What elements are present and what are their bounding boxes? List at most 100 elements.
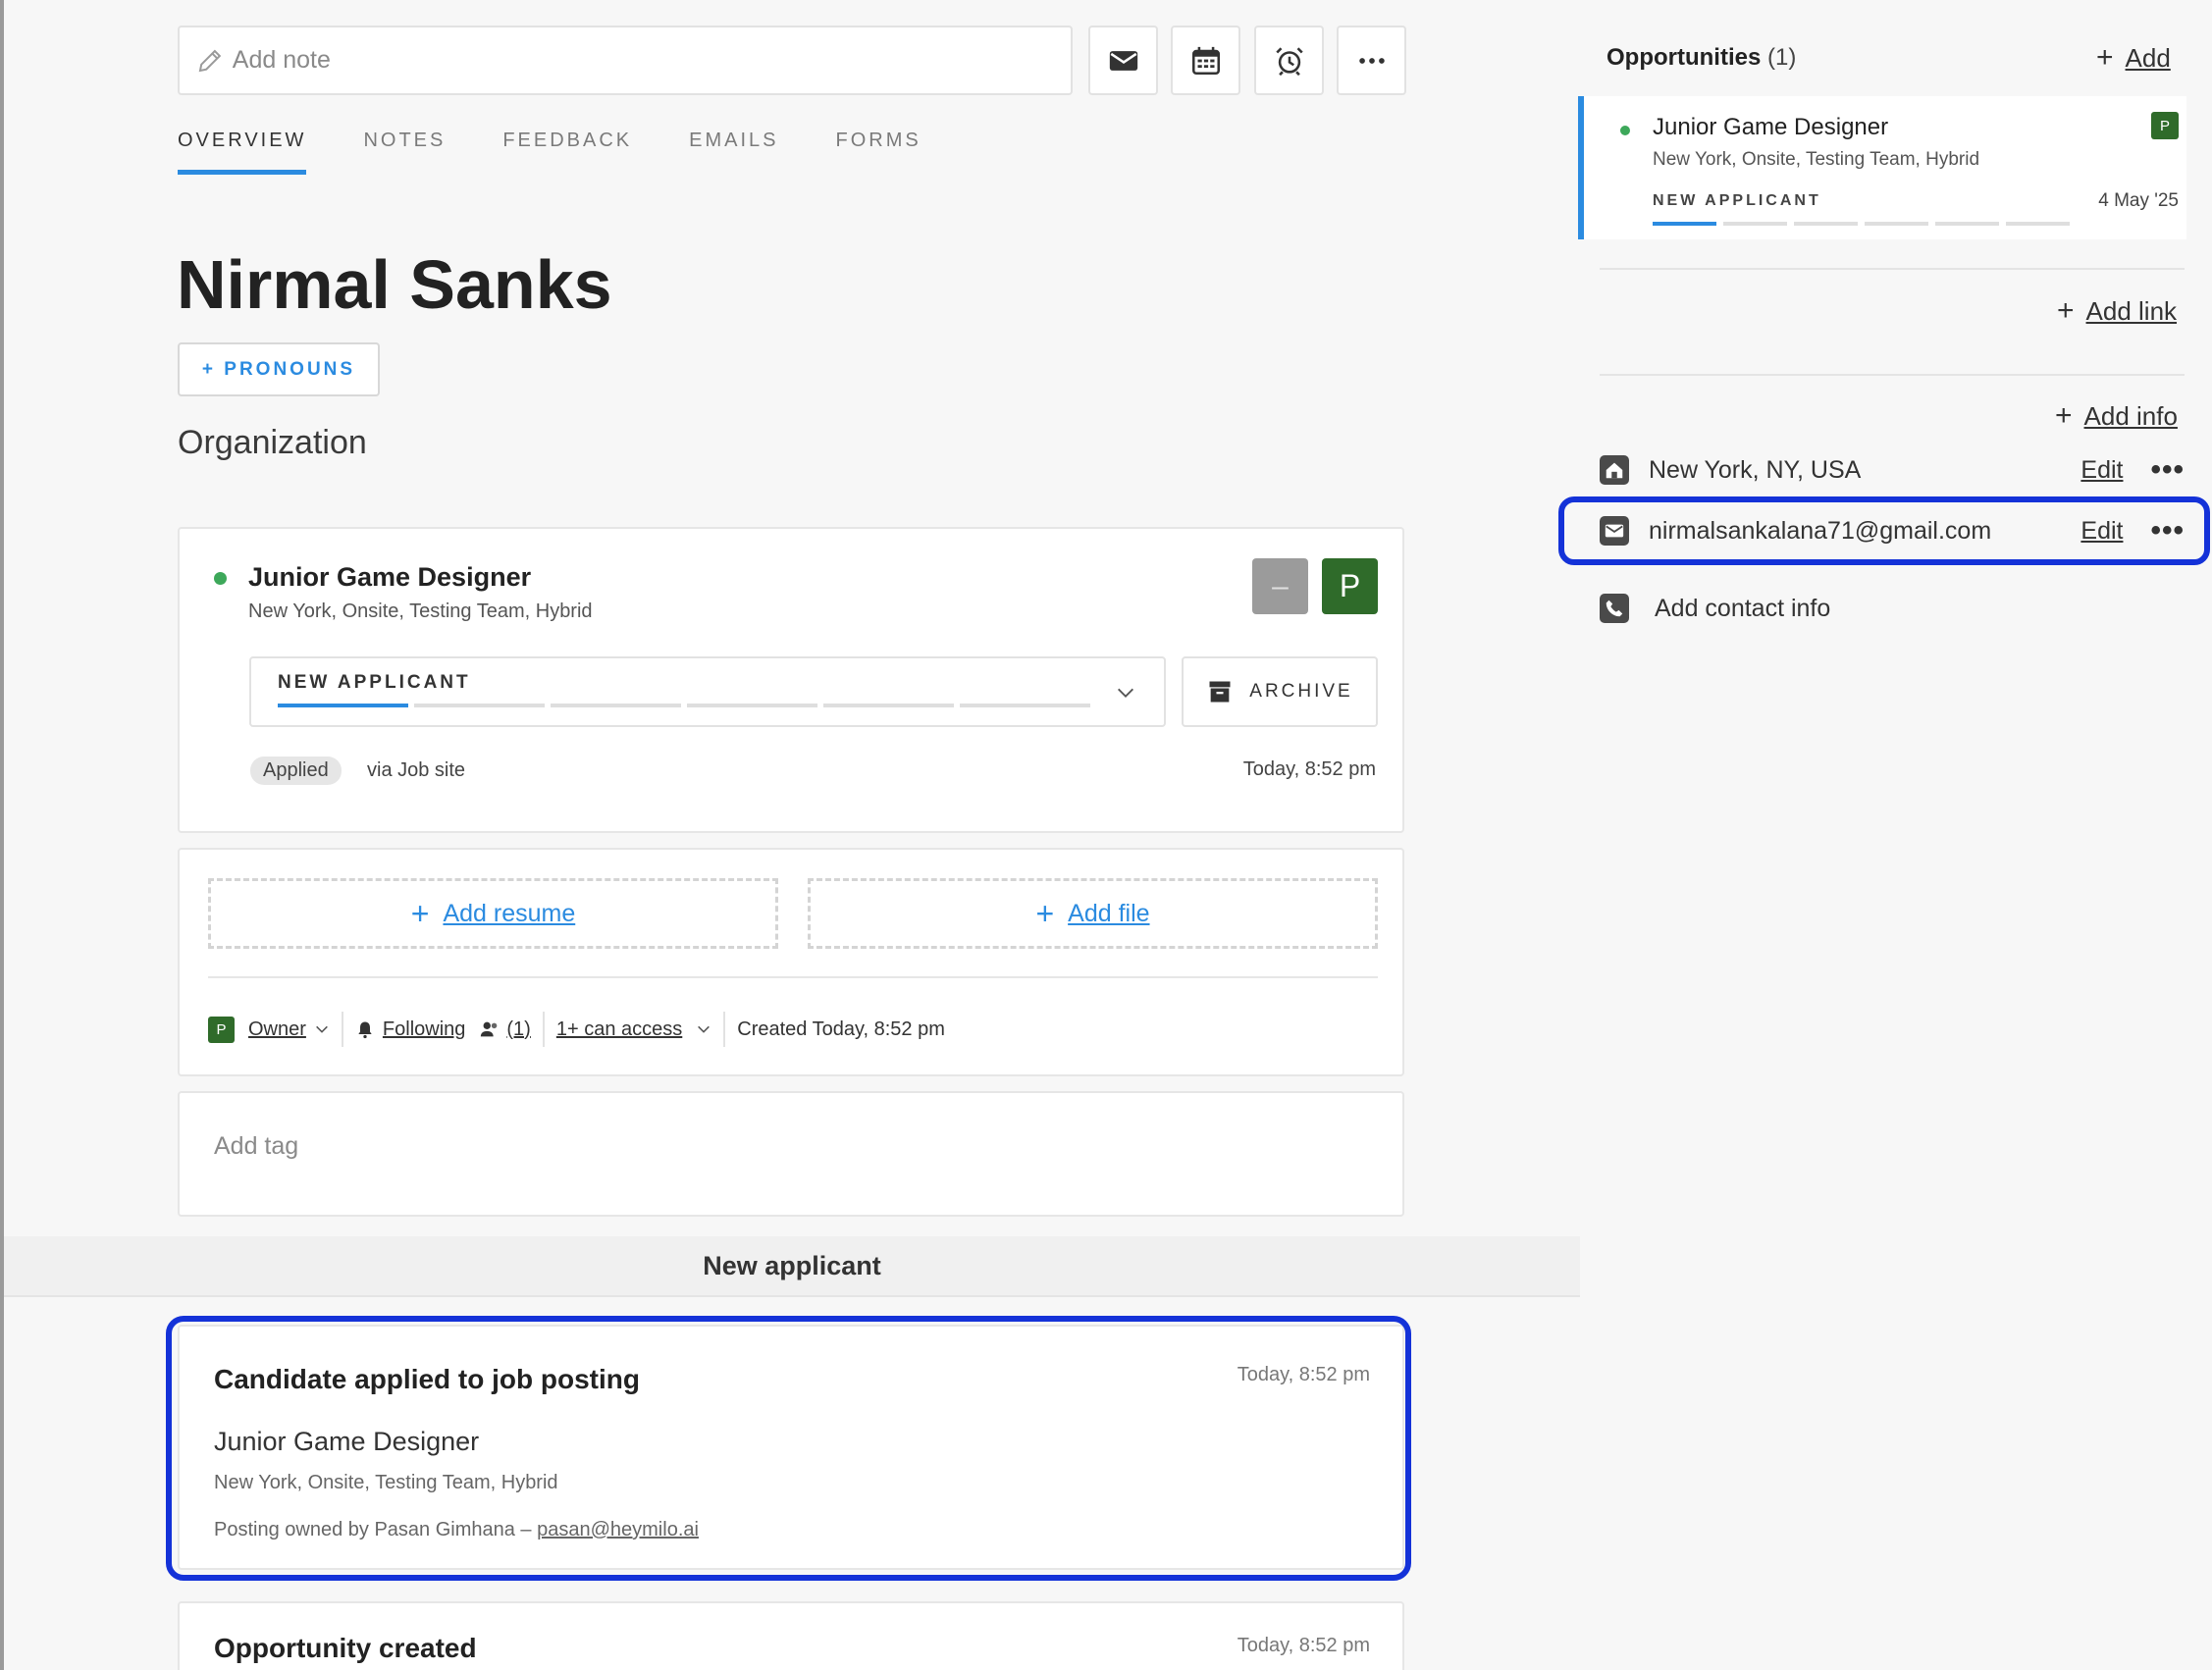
add-contact-label[interactable]: Add contact info [1655,595,1830,623]
plus-icon: + [2096,41,2114,74]
add-contact-row[interactable]: Add contact info [1600,581,2185,636]
opportunity-card: Junior Game Designer New York, Onsite, T… [178,527,1404,833]
schedule-button[interactable] [1171,26,1240,95]
phone-icon [1600,594,1629,623]
add-resume-dropzone[interactable]: + Add resume [208,878,778,949]
tab-emails[interactable]: EMAILS [689,130,778,175]
tab-notes[interactable]: NOTES [363,130,446,175]
location-row: New York, NY, USA Edit ••• [1600,443,2185,497]
chevron-down-icon [1118,688,1133,698]
location-more-icon[interactable]: ••• [2150,453,2185,487]
stage-progress [278,704,1090,707]
following-toggle[interactable]: Following [383,1018,465,1041]
highlight-box [1558,496,2210,565]
applied-time: Today, 8:52 pm [1242,758,1376,780]
tab-feedback[interactable]: FEEDBACK [502,130,632,175]
add-opportunity-link[interactable]: Add [2126,43,2171,74]
timeline-stage-header: New applicant [4,1236,1580,1297]
ellipsis-icon [1358,57,1385,64]
window-edge [0,0,4,1670]
bell-icon [358,1021,372,1039]
stage-segment [687,704,817,707]
add-file-link[interactable]: Add file [1068,900,1149,928]
edit-location-link[interactable]: Edit [2080,456,2123,485]
add-resume-link[interactable]: Add resume [443,900,575,928]
add-link-button[interactable]: + Add link [2057,294,2177,328]
tab-forms[interactable]: FORMS [836,130,922,175]
opportunities-count: (1) [1767,44,1797,71]
add-file-dropzone[interactable]: + Add file [808,878,1378,949]
owner-avatar[interactable]: P [1322,558,1378,614]
tags-card [178,1091,1404,1217]
plus-icon: + [1035,895,1055,931]
add-note-input[interactable] [232,46,1071,75]
minimize-button[interactable]: – [1252,558,1308,614]
profile-tabs: OVERVIEW NOTES FEEDBACK EMAILS FORMS [178,130,922,175]
stage-segment [823,704,954,707]
separator [341,1012,343,1047]
access-dropdown[interactable]: 1+ can access [556,1018,682,1041]
stage-segment [2006,222,2070,226]
application-source: via Job site [367,759,466,781]
job-title[interactable]: Junior Game Designer [248,562,531,593]
plus-icon: + [2057,294,2075,327]
divider [1600,268,2185,270]
followers-icon [481,1021,498,1037]
add-link-label[interactable]: Add link [2086,296,2178,327]
plus-icon: + [2055,399,2073,432]
add-info-label[interactable]: Add info [2084,401,2178,432]
add-pronouns-button[interactable]: + PRONOUNS [178,342,380,396]
add-info-button[interactable]: + Add info [2055,399,2178,433]
add-opportunity-button[interactable]: + Add [2096,41,2171,75]
created-timestamp: Created Today, 8:52 pm [737,1018,945,1040]
opportunities-heading: Opportunities (1) [1606,44,1796,72]
stage-segment [1723,222,1787,226]
archive-button[interactable]: ARCHIVE [1182,656,1378,727]
reminder-button[interactable] [1254,26,1324,95]
stage-segment [960,704,1090,707]
opportunity-stage-progress [1653,222,2070,226]
chevron-down-icon[interactable] [696,1021,711,1037]
divider [1600,374,2185,376]
ownership-row: P Owner Following (1) 1+ can access Crea… [208,1012,945,1047]
home-icon [1600,455,1629,485]
email-button[interactable] [1088,26,1158,95]
divider [208,976,1378,978]
followers-count[interactable]: (1) [506,1018,530,1041]
dash-icon: – [1272,569,1289,602]
stage-segment [1653,222,1716,226]
tab-overview[interactable]: OVERVIEW [178,130,307,175]
job-details: New York, Onsite, Testing Team, Hybrid [248,600,593,622]
status-dot [1620,126,1630,135]
pencil-icon [198,49,222,72]
organization-field[interactable]: Organization [178,424,367,462]
timeline-event-card: Opportunity created Today, 8:52 pm [178,1601,1404,1670]
opportunity-title[interactable]: Junior Game Designer [1653,114,1888,141]
separator [542,1012,545,1047]
opportunity-date: 4 May '25 [2098,190,2179,211]
stage-label: NEW APPLICANT [278,672,471,693]
separator [723,1012,726,1047]
status-dot [214,572,227,585]
envelope-icon [1109,50,1137,71]
chevron-down-icon[interactable] [314,1021,330,1037]
candidate-name: Nirmal Sanks [177,246,612,323]
add-tag-input[interactable] [214,1132,803,1161]
event-time: Today, 8:52 pm [1237,1635,1370,1656]
alarm-clock-icon [1275,46,1303,76]
opportunity-stage: NEW APPLICANT [1653,192,1821,209]
location-value: New York, NY, USA [1649,455,1862,484]
opportunities-title: Opportunities [1606,44,1762,71]
stage-dropdown[interactable]: NEW APPLICANT [249,656,1166,727]
owner-dropdown[interactable]: Owner [248,1018,306,1041]
highlight-box [166,1316,1411,1581]
add-note-field[interactable] [178,26,1073,95]
stage-segment [1794,222,1858,226]
archive-label: ARCHIVE [1249,681,1353,702]
opportunity-summary-card[interactable]: Junior Game Designer New York, Onsite, T… [1578,96,2186,239]
more-actions-button[interactable] [1337,26,1406,95]
archive-box-icon [1209,681,1231,703]
owner-mini-avatar: P [208,1016,235,1043]
opportunity-owner-avatar: P [2151,112,2179,139]
stage-segment [551,704,681,707]
